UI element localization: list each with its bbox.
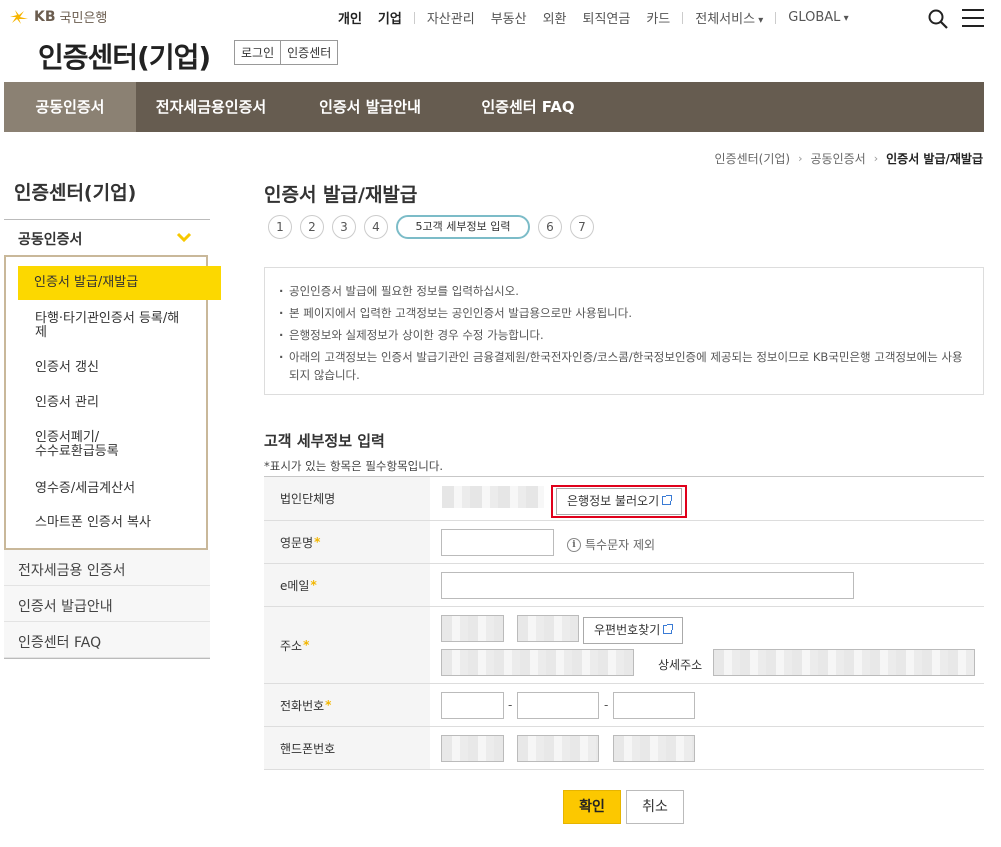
corp-name-value-redacted	[442, 486, 544, 508]
sidebar-divider	[4, 658, 210, 659]
form-title: 고객 세부정보 입력	[264, 432, 385, 450]
highlight-box	[551, 485, 687, 518]
chevron-right-icon: ›	[873, 152, 879, 165]
sidebar-item-renew[interactable]: 인증서 갱신	[19, 361, 207, 375]
mobile-input-3[interactable]	[613, 735, 695, 762]
address-detail-label: 상세주소	[658, 658, 703, 672]
phone-input-3[interactable]	[613, 692, 695, 719]
sidebar-item-tax-cert[interactable]: 전자세금용 인증서	[4, 550, 210, 586]
kb-logo[interactable]: KB 국민은행	[8, 7, 107, 26]
nav-realestate[interactable]: 부동산	[483, 8, 535, 27]
chevron-down-icon	[176, 228, 192, 247]
sidebar-title: 인증센터(기업)	[14, 182, 137, 204]
sidebar-item-faq[interactable]: 인증센터 FAQ	[4, 622, 210, 658]
nav-separator	[413, 11, 415, 24]
eng-name-label: 영문명 *	[264, 521, 430, 563]
zip-code-input-1[interactable]	[441, 615, 504, 642]
step-2: 2	[300, 215, 324, 239]
logo-bank-text: 국민은행	[59, 11, 108, 26]
sidebar-section-label: 공동인증서	[18, 232, 83, 248]
sidebar-item-manage[interactable]: 인증서 관리	[19, 396, 207, 410]
notice-box: 공인인증서 발급에 필요한 정보를 입력하십시오. 본 페이지에서 입력한 고객…	[264, 267, 984, 395]
gnb-tab-guide[interactable]: 인증서 발급안내	[286, 82, 454, 132]
kb-star-icon	[8, 9, 30, 25]
step-4: 4	[364, 215, 388, 239]
sidebar-submenu: 인증서 발급/재발급 타행·타기관인증서 등록/해제 인증서 갱신 인증서 관리…	[4, 255, 221, 550]
nav-business[interactable]: 기업	[370, 8, 410, 27]
sidebar-item-receipt[interactable]: 영수증/세금계산서	[19, 482, 207, 496]
sidebar-item-guide[interactable]: 인증서 발급안내	[4, 586, 210, 622]
address-label: 주소 *	[264, 607, 430, 683]
confirm-button[interactable]: 확인	[563, 790, 621, 824]
main-title: 인증서 발급/재발급	[264, 184, 418, 206]
step-indicator: 1 2 3 4 5고객 세부정보 입력 6 7	[268, 215, 594, 239]
breadcrumb-item[interactable]: 인증센터(기업)	[714, 150, 790, 167]
phone-label: 전화번호 *	[264, 684, 430, 726]
main-nav-bar: 공동인증서 전자세금용인증서 인증서 발급안내 인증센터 FAQ	[4, 82, 984, 132]
nav-personal[interactable]: 개인	[330, 8, 370, 27]
breadcrumb-item[interactable]: 공동인증서	[811, 150, 866, 167]
info-icon: i	[567, 537, 581, 552]
zip-code-input-2[interactable]	[517, 615, 579, 642]
gnb-tab-faq[interactable]: 인증센터 FAQ	[454, 82, 602, 132]
zip-search-button[interactable]: 우편번호찾기	[583, 617, 684, 644]
corp-name-label: 법인단체명	[264, 477, 430, 520]
nav-card[interactable]: 카드	[638, 8, 678, 27]
step-1: 1	[268, 215, 292, 239]
nav-pension[interactable]: 퇴직연금	[575, 8, 639, 27]
breadcrumb-current: 인증서 발급/재발급	[886, 152, 983, 166]
notice-item: 은행정보와 실제정보가 상이한 경우 수정 가능합니다.	[279, 324, 969, 346]
external-link-icon	[663, 624, 674, 634]
nav-global[interactable]: GLOBAL	[780, 10, 856, 25]
nav-forex[interactable]: 외환	[535, 8, 575, 27]
step-6: 6	[538, 215, 562, 239]
nav-asset[interactable]: 자산관리	[419, 8, 483, 27]
email-label: e메일 *	[264, 564, 430, 606]
phone-input-1[interactable]	[441, 692, 504, 719]
gnb-tab-joint-cert[interactable]: 공동인증서	[4, 82, 136, 132]
step-3: 3	[332, 215, 356, 239]
breadcrumb: 인증센터(기업) › 공동인증서 › 인증서 발급/재발급	[714, 150, 983, 167]
mobile-label: 핸드폰번호	[264, 727, 430, 769]
address-detail-input[interactable]	[713, 649, 975, 676]
gnb-tab-tax-cert[interactable]: 전자세금용인증서	[136, 82, 286, 132]
search-icon[interactable]	[927, 8, 949, 30]
address-input[interactable]	[441, 649, 634, 676]
step-5-current: 5고객 세부정보 입력	[396, 215, 530, 239]
special-chars-note: i 특수문자 제외	[567, 536, 655, 553]
mobile-input-2[interactable]	[517, 735, 599, 762]
login-tab[interactable]: 로그인	[235, 41, 281, 64]
chevron-right-icon: ›	[798, 152, 803, 165]
cancel-button[interactable]: 취소	[626, 790, 684, 824]
sidebar-item-issue[interactable]: 인증서 발급/재발급	[18, 266, 221, 300]
notice-item: 아래의 고객정보는 인증서 발급기관인 금융결제원/한국전자인증/코스콤/한국정…	[279, 348, 969, 384]
nav-all-services[interactable]: 전체서비스	[687, 8, 771, 27]
hamburger-menu-icon[interactable]	[962, 9, 984, 27]
step-7: 7	[570, 215, 594, 239]
page-title: 인증센터(기업)	[38, 41, 211, 74]
logo-kb-text: KB	[34, 8, 56, 25]
notice-item: 본 페이지에서 입력한 고객정보는 공인인증서 발급용으로만 사용됩니다.	[279, 302, 969, 324]
sidebar-item-smartphone-copy[interactable]: 스마트폰 인증서 복사	[19, 516, 207, 530]
eng-name-input[interactable]	[441, 529, 554, 556]
top-nav: 개인 기업 자산관리 부동산 외환 퇴직연금 카드 전체서비스 GLOBAL	[330, 8, 857, 27]
phone-input-2[interactable]	[517, 692, 599, 719]
notice-item: 공인인증서 발급에 필요한 정보를 입력하십시오.	[279, 280, 969, 302]
sidebar-item-revoke[interactable]: 인증서폐기/ 수수료환급등록	[19, 431, 207, 459]
cert-center-tab[interactable]: 인증센터	[280, 41, 338, 64]
mobile-input-1[interactable]	[441, 735, 504, 762]
phone-dash: -	[604, 698, 609, 712]
phone-dash: -	[508, 698, 513, 712]
sidebar-item-register[interactable]: 타행·타기관인증서 등록/해제	[19, 312, 207, 340]
nav-separator	[775, 11, 777, 24]
header-tabs: 로그인 인증센터	[234, 40, 339, 65]
sidebar-section-joint-cert[interactable]: 공동인증서	[4, 220, 210, 255]
nav-separator	[682, 11, 684, 24]
form-required-note: *표시가 있는 항목은 필수항목입니다.	[264, 459, 444, 473]
email-input[interactable]	[441, 572, 854, 599]
